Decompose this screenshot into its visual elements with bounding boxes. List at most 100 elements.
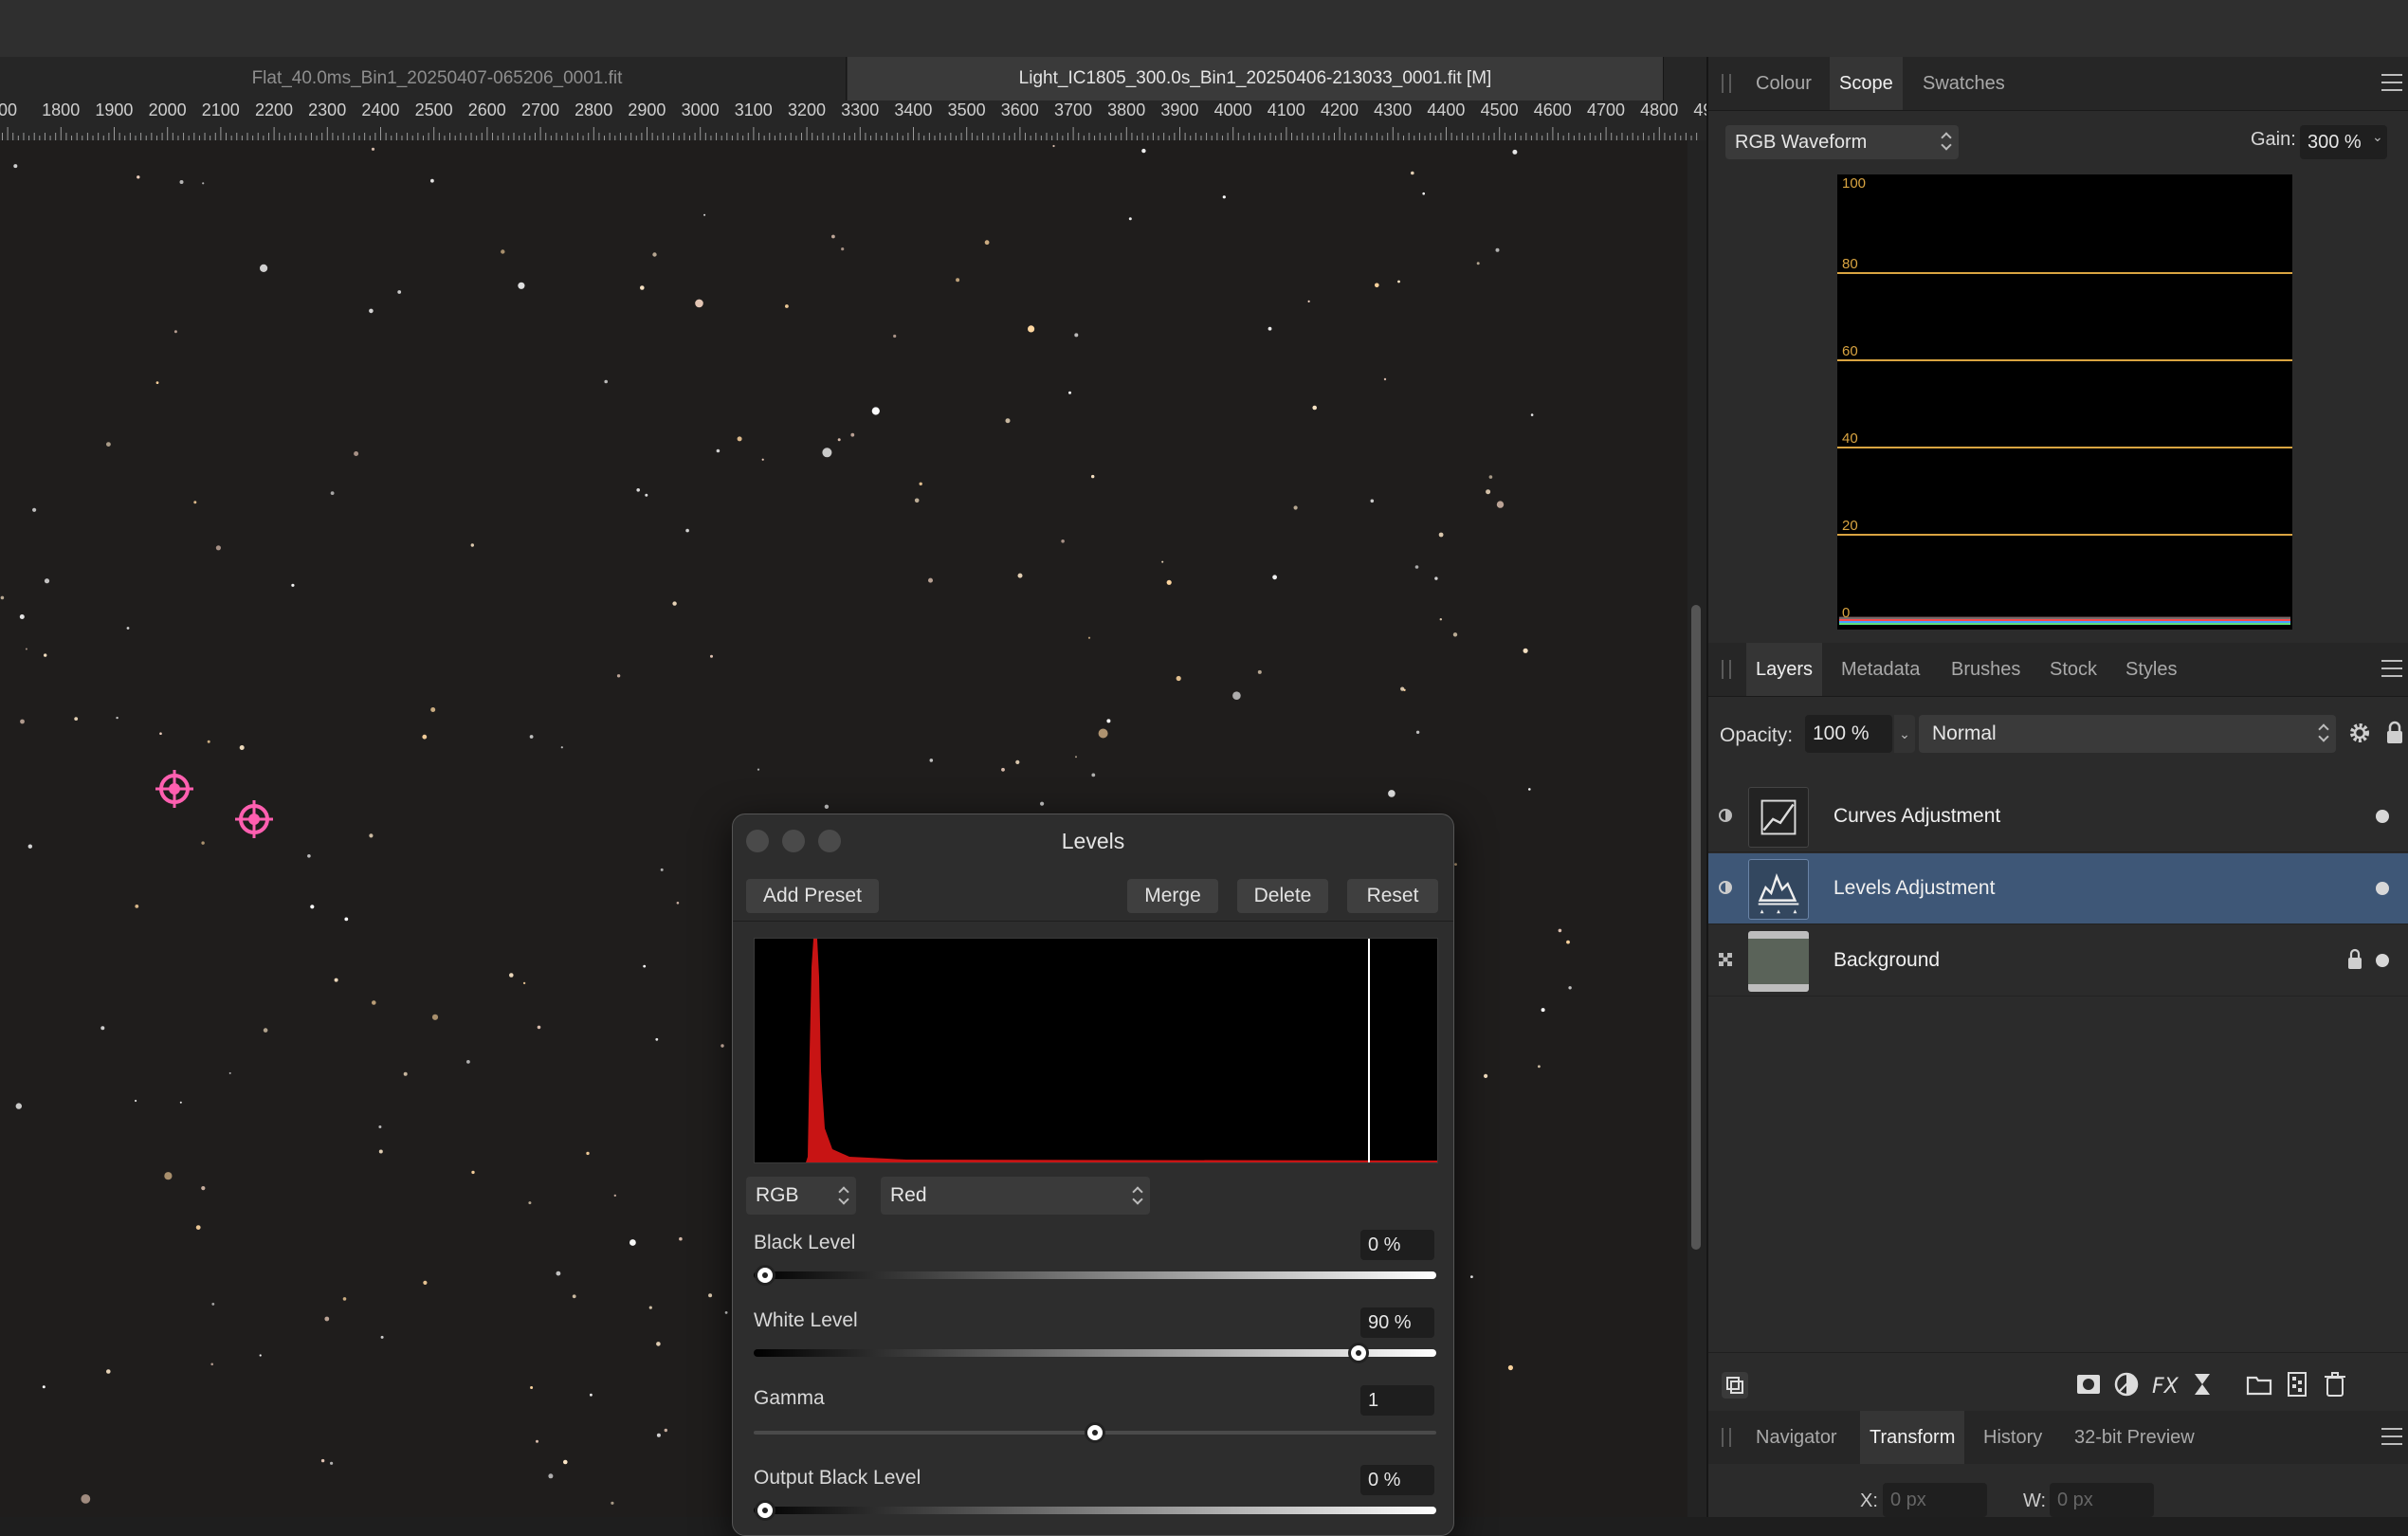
slider-knob[interactable]	[1348, 1343, 1370, 1363]
document-tab-light[interactable]: Light_IC1805_300.0s_Bin1_20250406-213033…	[848, 57, 1664, 101]
star	[1528, 788, 1531, 791]
white-level-input[interactable]: 90 %	[1360, 1307, 1434, 1338]
star	[1454, 863, 1457, 866]
tab-history[interactable]: History	[1974, 1411, 2052, 1464]
layer-status-dot[interactable]	[2376, 954, 2389, 967]
checker-icon[interactable]	[1718, 952, 1733, 967]
star	[179, 180, 184, 184]
panel-grip-icon[interactable]	[1722, 1428, 1731, 1447]
channel-select[interactable]: Red	[881, 1177, 1150, 1215]
merge-button[interactable]: Merge	[1127, 879, 1218, 913]
black-level-input[interactable]: 0 %	[1360, 1230, 1434, 1260]
star	[1512, 149, 1518, 155]
layer-status-dot[interactable]	[2376, 882, 2389, 895]
document-tab-flat[interactable]: Flat_40.0ms_Bin1_20250407-065206_0001.fi…	[28, 57, 847, 101]
ruler-label: 3600	[1000, 101, 1039, 119]
opacity-input[interactable]: 100 %	[1805, 715, 1892, 753]
star	[537, 1025, 541, 1030]
slider-knob[interactable]	[755, 1265, 775, 1286]
black-level-slider[interactable]	[754, 1265, 1436, 1286]
star	[572, 1294, 576, 1299]
white-level-slider[interactable]	[754, 1343, 1436, 1363]
panel-grip-icon[interactable]	[1722, 74, 1731, 93]
layer-row-levels[interactable]: Levels Adjustment	[1708, 853, 2408, 924]
scope-scale-label: 80	[1842, 256, 1858, 272]
chevron-down-icon[interactable]: ⌄	[2372, 129, 2383, 145]
tab-stock[interactable]: Stock	[2040, 643, 2107, 696]
vertical-scrollbar[interactable]	[1687, 140, 1706, 1517]
chevron-down-icon[interactable]: ⌄	[1894, 715, 1915, 753]
channel-space-select[interactable]: RGB	[746, 1177, 856, 1215]
star	[1370, 499, 1375, 503]
add-preset-button[interactable]: Add Preset	[746, 879, 879, 913]
tab-layers[interactable]: Layers	[1746, 643, 1823, 696]
star	[397, 290, 402, 294]
layer-status-dot[interactable]	[2376, 810, 2389, 823]
star	[1530, 413, 1534, 416]
star	[956, 278, 960, 283]
scope-mode-select[interactable]: RGB Waveform	[1725, 125, 1959, 159]
delete-button[interactable]: Delete	[1237, 879, 1328, 913]
panel-menu-icon[interactable]	[2381, 74, 2402, 93]
reset-button[interactable]: Reset	[1347, 879, 1438, 913]
star	[179, 1101, 182, 1104]
adjustment-layer-icon[interactable]	[2112, 1370, 2141, 1399]
star	[1052, 144, 1055, 148]
visibility-icon[interactable]	[1718, 880, 1733, 895]
tab-32bit-preview[interactable]: 32-bit Preview	[2065, 1411, 2204, 1464]
tab-transform[interactable]: Transform	[1860, 1411, 1965, 1464]
black-level-label: Black Level	[754, 1232, 856, 1253]
x-input[interactable]: 0 px	[1883, 1483, 1987, 1517]
w-input[interactable]: 0 px	[2050, 1483, 2154, 1517]
output-black-level-slider[interactable]	[754, 1500, 1436, 1521]
slider-knob[interactable]	[755, 1500, 775, 1521]
tab-navigator[interactable]: Navigator	[1746, 1411, 1847, 1464]
fx-icon[interactable]: FX	[2150, 1370, 2179, 1399]
layer-row-curves[interactable]: Curves Adjustment	[1708, 781, 2408, 852]
tab-colour[interactable]: Colour	[1746, 57, 1821, 110]
star	[1568, 986, 1572, 990]
tab-brushes[interactable]: Brushes	[1942, 643, 2030, 696]
blend-mode-select[interactable]: Normal	[1919, 715, 2336, 753]
lock-icon[interactable]	[2347, 948, 2362, 971]
ruler-label: 2000	[148, 101, 187, 119]
gear-icon[interactable]	[2347, 721, 2372, 745]
star	[1061, 539, 1065, 543]
select-arrows-icon	[1133, 1185, 1142, 1206]
scrollbar-thumb[interactable]	[1691, 605, 1701, 1250]
add-pixel-layer-icon[interactable]	[2283, 1370, 2311, 1399]
ruler-label: 2400	[361, 101, 400, 119]
star	[556, 1271, 561, 1276]
output-black-level-input[interactable]: 0 %	[1360, 1465, 1434, 1495]
slider-knob[interactable]	[1085, 1422, 1105, 1443]
target-marker-icon[interactable]	[235, 800, 273, 838]
trash-icon[interactable]	[2321, 1370, 2349, 1399]
layer-row-background[interactable]: Background	[1708, 925, 2408, 997]
star	[164, 1172, 173, 1180]
star	[616, 674, 621, 678]
star	[1434, 576, 1438, 580]
visibility-icon[interactable]	[1718, 808, 1733, 823]
group-folder-icon[interactable]	[2245, 1370, 2273, 1399]
ruler-label: 4700	[1586, 101, 1626, 119]
panel-grip-icon[interactable]	[1722, 660, 1731, 679]
gamma-input[interactable]: 1	[1360, 1385, 1434, 1416]
arrange-layers-icon[interactable]	[1720, 1370, 1748, 1399]
tab-scope[interactable]: Scope	[1830, 57, 1903, 110]
mask-layer-icon[interactable]	[2074, 1370, 2103, 1399]
gamma-slider[interactable]	[754, 1422, 1436, 1443]
panel-menu-icon[interactable]	[2381, 660, 2402, 679]
star	[1523, 648, 1528, 653]
tab-styles[interactable]: Styles	[2116, 643, 2186, 696]
star	[1087, 636, 1091, 639]
tab-swatches[interactable]: Swatches	[1913, 57, 2015, 110]
star	[1232, 691, 1241, 700]
target-marker-icon[interactable]	[155, 770, 193, 808]
tab-metadata[interactable]: Metadata	[1832, 643, 1929, 696]
lock-icon[interactable]	[2385, 721, 2404, 745]
star	[536, 1439, 538, 1443]
ruler-label: 3200	[787, 101, 827, 119]
scope-mode-label: RGB Waveform	[1735, 132, 1868, 153]
live-filter-icon[interactable]	[2188, 1370, 2216, 1399]
panel-menu-icon[interactable]	[2381, 1428, 2402, 1447]
